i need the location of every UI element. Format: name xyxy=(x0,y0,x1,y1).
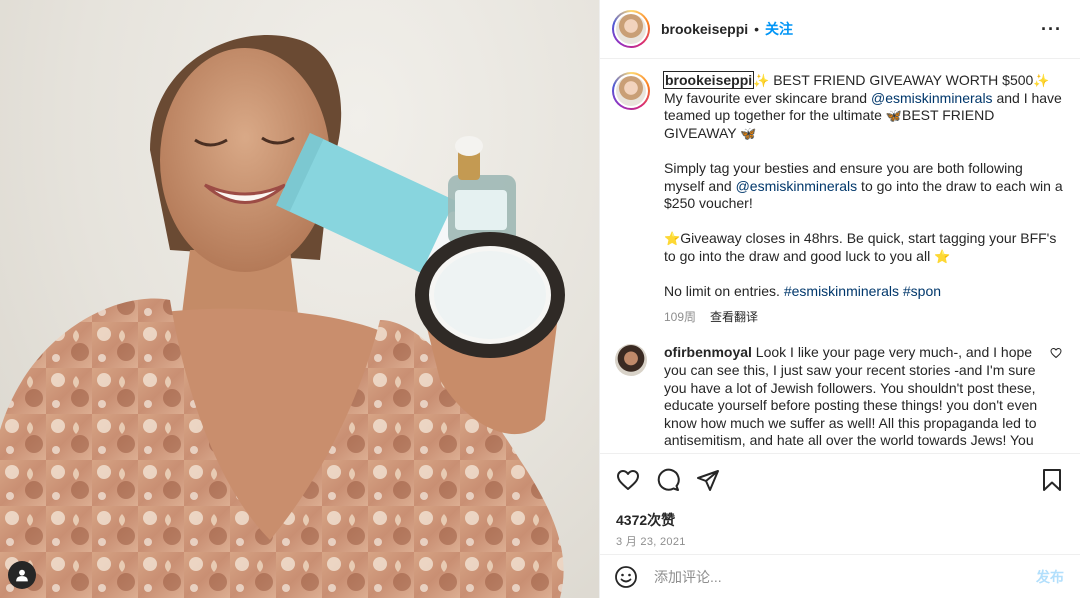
comments-scroll[interactable]: brookeiseppi✨ BEST FRIEND GIVEAWAY WORTH… xyxy=(600,60,1080,453)
caption-avatar[interactable] xyxy=(612,72,650,110)
post-image[interactable] xyxy=(0,0,599,598)
post-detail-panel: brookeiseppi • 关注 ··· brookeiseppi✨ BEST… xyxy=(599,0,1080,598)
mention-link[interactable]: @esmiskinminerals xyxy=(871,90,993,106)
follow-button[interactable]: 关注 xyxy=(765,19,793,39)
action-bar: 4372次赞 3 月 23, 2021 xyxy=(600,453,1080,549)
hashtag-link[interactable]: #spon xyxy=(903,283,941,299)
post-comment-button[interactable]: 发布 xyxy=(1036,567,1064,587)
mention-link[interactable]: @esmiskinminerals xyxy=(736,178,858,194)
header-separator: • xyxy=(754,21,760,37)
more-options-button[interactable]: ··· xyxy=(1035,19,1068,40)
post-header: brookeiseppi • 关注 ··· xyxy=(600,0,1080,59)
share-button[interactable] xyxy=(688,460,728,500)
user-tag-icon xyxy=(16,569,28,582)
post-date: 3 月 23, 2021 xyxy=(616,536,686,548)
sparkles-emoji: ✨ xyxy=(1033,73,1050,88)
likes-count[interactable]: 4372次赞 xyxy=(616,510,1072,530)
translate-button[interactable]: 查看翻译 xyxy=(710,309,758,327)
bookmark-icon xyxy=(1043,469,1061,491)
share-icon xyxy=(697,470,719,491)
commenter-username[interactable]: ofirbenmoyal xyxy=(664,344,752,360)
caption-age[interactable]: 109周 xyxy=(664,309,696,327)
caption-text: Giveaway closes in 48hrs. Be quick, star… xyxy=(664,230,1057,264)
comment-button[interactable] xyxy=(648,460,688,500)
star-emoji: ⭐ xyxy=(664,231,681,247)
caption-text: No limit on entries. xyxy=(664,283,784,300)
commenter-avatar[interactable] xyxy=(615,344,647,377)
butterfly-emoji: 🦋 xyxy=(885,108,902,124)
caption-text: My favourite ever skincare brand xyxy=(664,89,871,106)
save-button[interactable] xyxy=(1032,460,1072,500)
caption-text: BEST FRIEND GIVEAWAY WORTH $500 xyxy=(769,72,1034,88)
star-emoji: ⭐ xyxy=(934,248,951,264)
author-username[interactable]: brookeiseppi xyxy=(661,21,748,37)
like-button[interactable] xyxy=(608,460,648,500)
more-icon: ··· xyxy=(1041,18,1062,39)
sparkles-emoji: ✨ xyxy=(753,73,770,88)
author-avatar[interactable] xyxy=(612,10,650,48)
comment-like-icon[interactable] xyxy=(1048,347,1064,359)
comment-input[interactable] xyxy=(654,568,1036,585)
caption-username[interactable]: brookeiseppi xyxy=(662,71,755,89)
post-photo xyxy=(0,34,565,598)
emoji-icon[interactable] xyxy=(614,565,638,589)
hashtag-link[interactable]: #esmiskinminerals xyxy=(784,283,899,299)
comment-icon xyxy=(657,468,680,491)
butterfly-emoji: 🦋 xyxy=(740,125,757,141)
user-tag-button[interactable] xyxy=(8,561,36,589)
caption: brookeiseppi✨ BEST FRIEND GIVEAWAY WORTH… xyxy=(612,71,1064,327)
comment-composer: 发布 xyxy=(600,554,1080,598)
comment-item: ofirbenmoyal Look I like your page very … xyxy=(612,344,1064,450)
heart-icon xyxy=(617,470,639,490)
